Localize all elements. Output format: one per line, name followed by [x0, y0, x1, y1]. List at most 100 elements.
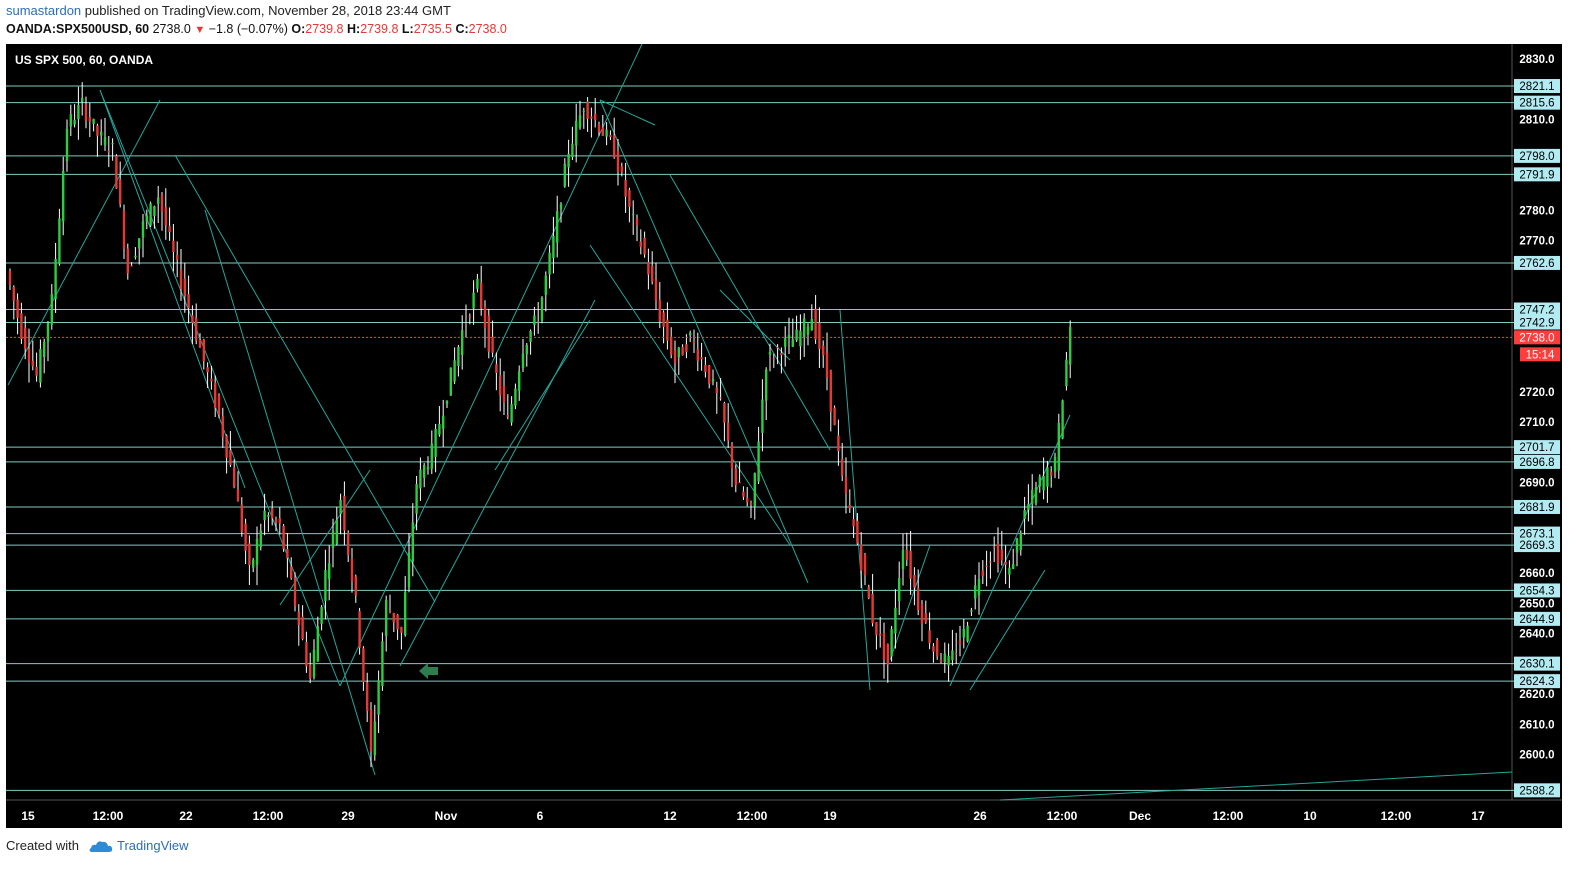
x-tick-label: 26	[973, 809, 987, 823]
x-tick-label: 22	[179, 809, 193, 823]
candle-body	[423, 464, 426, 478]
candle-body	[552, 235, 555, 259]
candle-body	[746, 498, 749, 503]
candle-body	[879, 634, 882, 636]
y-tick-label: 2650.0	[1519, 598, 1554, 610]
level-label: 2644.9	[1519, 614, 1554, 626]
candle-body	[274, 519, 278, 523]
candle-body	[43, 341, 46, 357]
candle-body	[928, 630, 931, 644]
candle-body	[499, 375, 502, 396]
candle-body	[518, 371, 521, 391]
level-label: 2791.9	[1519, 169, 1554, 181]
candle-body	[757, 441, 760, 482]
candle-body	[487, 315, 490, 352]
candle-body	[96, 125, 99, 136]
candle-body	[457, 346, 460, 366]
level-label: 2762.6	[1519, 258, 1554, 270]
candle-body	[673, 350, 677, 364]
candle-body	[582, 110, 585, 112]
candle-body	[324, 570, 327, 601]
x-tick-label: 29	[341, 809, 355, 823]
candle-body	[559, 204, 563, 210]
candle-body	[624, 179, 627, 197]
candle-body	[651, 265, 654, 282]
candle-body	[134, 255, 137, 258]
candle-body	[157, 197, 160, 204]
tradingview-brand[interactable]: TradingView	[117, 838, 189, 853]
candle-body	[27, 348, 31, 363]
candle-body	[825, 352, 829, 378]
candle-body	[138, 238, 141, 249]
candle-body	[16, 299, 19, 318]
candle-body	[81, 97, 84, 103]
candle-body	[464, 323, 468, 325]
candle-body	[1027, 503, 1030, 510]
level-label: 2742.9	[1519, 318, 1554, 330]
candle-body	[62, 171, 65, 222]
candle-body	[400, 627, 403, 633]
candle-body	[556, 211, 559, 243]
candle-body	[932, 646, 935, 652]
level-label: 2701.7	[1519, 442, 1554, 454]
candle-body	[369, 709, 373, 752]
candle-body	[12, 286, 15, 301]
candle-body	[586, 101, 589, 119]
x-tick-label: 12:00	[1047, 809, 1078, 823]
candle-body	[248, 543, 251, 566]
candle-body	[540, 297, 544, 321]
candle-body	[46, 322, 50, 342]
candle-body	[358, 611, 361, 648]
candle-body	[780, 352, 783, 356]
y-tick-label: 2720.0	[1519, 387, 1554, 399]
candle-body	[784, 338, 787, 347]
candle-body	[544, 275, 547, 295]
candle-body	[316, 626, 319, 662]
candle-body	[863, 554, 867, 576]
candle-body	[970, 610, 973, 612]
candle-body	[742, 491, 745, 497]
countdown-label: 15:14	[1526, 349, 1555, 361]
chart-title: US SPX 500, 60, OANDA	[15, 53, 153, 67]
candle-body	[73, 119, 76, 125]
candle-body	[145, 215, 148, 222]
level-label: 2669.3	[1519, 540, 1554, 552]
candle-body	[1050, 471, 1053, 476]
candle-body	[578, 115, 582, 128]
candle-body	[278, 518, 281, 524]
candle-body	[1061, 400, 1064, 439]
candle-body	[1004, 561, 1007, 565]
candle-body	[886, 643, 889, 665]
candle-body	[795, 329, 798, 341]
candle-body	[856, 520, 859, 544]
candle-body	[100, 131, 103, 136]
x-tick-label: 12:00	[93, 809, 124, 823]
candle-body	[730, 444, 734, 469]
candle-body	[639, 241, 642, 248]
price-chart[interactable]: US SPX 500, 60, OANDA 2821.1 2815.6 2798.0…	[0, 0, 1579, 870]
y-tick-label: 2710.0	[1519, 417, 1554, 429]
candle-body	[115, 155, 118, 189]
candle-body	[480, 282, 483, 309]
candle-body	[202, 339, 205, 362]
candle-body	[396, 614, 399, 630]
candle-body	[339, 499, 342, 515]
candle-body	[149, 203, 152, 226]
candle-body	[734, 468, 737, 486]
candle-body	[749, 502, 753, 505]
candle-body	[521, 353, 525, 369]
candle-body	[468, 316, 471, 318]
candle-body	[1000, 549, 1003, 561]
candle-body	[206, 367, 209, 373]
price-label: 2738.0	[1519, 332, 1554, 344]
candle-body	[1034, 487, 1038, 504]
candle-body	[442, 415, 445, 429]
candle-body	[404, 592, 407, 635]
candle-body	[77, 104, 80, 120]
y-tick-label: 2620.0	[1519, 689, 1554, 701]
candle-body	[943, 653, 946, 663]
tradingview-link[interactable]: TradingView	[87, 838, 189, 853]
candle-body	[962, 628, 965, 638]
candle-body	[852, 519, 855, 527]
time-axis[interactable]	[6, 800, 1562, 828]
